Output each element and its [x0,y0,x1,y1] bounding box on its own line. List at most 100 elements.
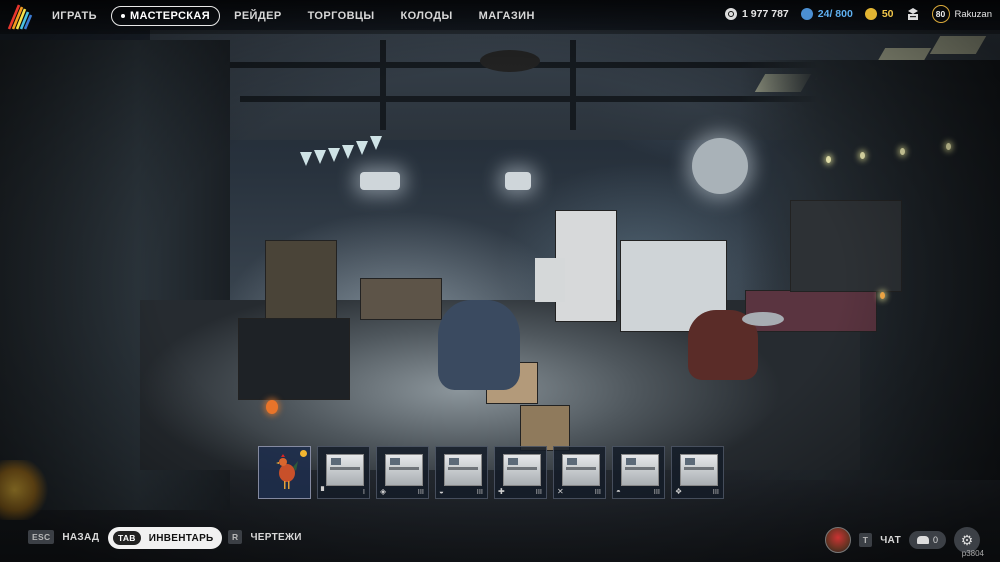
station-level: III [653,487,660,496]
station-type-icon: ◓ [616,487,621,496]
stool [742,312,784,326]
station-level: III [712,487,719,496]
active-dot-icon [120,14,125,19]
station-type-icon: ❖ [675,487,683,496]
hotbar-slot-8[interactable]: ❖ III [671,446,724,499]
back-desk [360,278,442,320]
build-id: p3804 [961,549,984,558]
inbox-button[interactable] [906,7,920,21]
inbox-icon [907,8,918,20]
cabinet [535,258,565,302]
main-nav: ИГРАТЬ МАСТЕРСКАЯ РЕЙДЕР ТОРГОВЦЫ КОЛОДЫ… [40,6,549,26]
station-level: III [476,487,483,496]
desk-lamp-glow [880,292,885,299]
nav-workshop-label: МАСТЕРСКАЯ [129,10,211,22]
new-badge-icon [300,450,307,457]
coins-icon [725,8,738,20]
station-type-icon: ✕ [557,487,564,496]
gold-value: 50 [881,8,894,20]
armchair [438,300,520,390]
hotbar-slot-rooster[interactable] [258,446,311,499]
nav-play[interactable]: ИГРАТЬ [40,6,109,26]
station-level: I [362,487,365,496]
string-light [860,152,865,159]
game-logo-icon[interactable] [6,3,34,31]
stage-light [505,172,531,190]
workbench-thumbnail [503,454,541,486]
hotbar-slot-5[interactable]: ✚ III [494,446,547,499]
friends-icon [916,536,929,544]
hotbar-slot-7[interactable]: ◓ III [612,446,665,499]
chat-button[interactable]: T ЧАТ [858,533,901,547]
profile-button[interactable]: 80 Rakuzan [931,5,993,23]
workbench-thumbnail [385,454,423,486]
pennant [356,141,368,155]
friends-button[interactable]: 0 [908,531,946,549]
gear-icon: ⚙ [960,531,974,548]
rooster-figure [266,400,278,414]
inventory-button[interactable]: TAB ИНВЕНТАРЬ [108,527,222,549]
coins-stat[interactable]: 1 977 787 [725,8,789,20]
gold-icon [864,8,877,20]
blueprints-label: ЧЕРТЕЖИ [250,531,302,543]
currency-stats: 1 977 787 24/ 800 50 80 Rakuzan [725,5,992,23]
nav-workshop[interactable]: МАСТЕРСКАЯ [110,6,221,26]
social-tools: T ЧАТ 0 ⚙ [824,527,980,553]
player-avatar[interactable] [824,527,851,553]
back-label: НАЗАД [62,531,100,543]
coins-value: 1 977 787 [742,8,789,20]
ceiling-fan [480,50,540,72]
trophy-object [0,460,48,520]
workstation-hotbar: ▘ I ◈ III ◒ III ✚ III ✕ III ◓ III ❖ III [258,446,724,499]
bottom-bar: ESC НАЗАД TAB ИНВЕНТАРЬ R ЧЕРТЕЖИ T ЧАТ … [0,524,1000,562]
nav-loadouts[interactable]: КОЛОДЫ [389,6,465,26]
string-light [946,143,951,150]
station-type-icon: ◈ [380,487,387,496]
storage-icon [800,8,813,20]
storage-value: 24/ 800 [817,8,853,20]
string-light [826,156,831,163]
hotbar-slot-6[interactable]: ✕ III [553,446,606,499]
stage-light [360,172,400,190]
pennant [342,145,354,159]
station-type-icon: ✚ [498,487,505,496]
station-type-icon: ▘ [321,487,328,496]
pennant [328,148,340,162]
hotbar-slot-4[interactable]: ◒ III [435,446,488,499]
chat-label: ЧАТ [880,534,901,546]
nav-shop[interactable]: МАГАЗИН [467,6,547,26]
ceiling-beam [380,40,386,130]
pennant [370,136,382,150]
workbench-thumbnail [621,454,659,486]
t-key: T [858,533,873,547]
username: Rakuzan [954,8,993,20]
station-level: III [594,487,601,496]
nav-traders[interactable]: ТОРГОВЦЫ [296,6,387,26]
friends-count: 0 [932,535,938,545]
pennant [300,152,312,166]
workbench-thumbnail [444,454,482,486]
workbench-thumbnail [562,454,600,486]
workbench-thumbnail [326,454,364,486]
r-key: R [228,530,243,544]
level-badge: 80 [931,5,950,23]
front-table [238,318,350,400]
station-level: III [535,487,542,496]
esc-key: ESC [28,530,55,544]
string-light [900,148,905,155]
shelving [790,200,902,292]
surgical-lamp [692,138,748,194]
station-level: III [417,487,424,496]
nav-raider[interactable]: РЕЙДЕР [222,6,294,26]
hotbar-slot-3[interactable]: ◈ III [376,446,429,499]
station-type-icon: ◒ [439,487,444,496]
gold-stat[interactable]: 50 [864,8,894,20]
blueprints-button[interactable]: R ЧЕРТЕЖИ [228,530,302,544]
storage-stat[interactable]: 24/ 800 [800,8,853,20]
back-button[interactable]: ESC НАЗАД [28,530,99,544]
hotbar-slot-2[interactable]: ▘ I [317,446,370,499]
crate [520,405,570,451]
top-bar: ИГРАТЬ МАСТЕРСКАЯ РЕЙДЕР ТОРГОВЦЫ КОЛОДЫ… [0,0,1000,34]
ceiling-beam [570,40,576,130]
rooster-icon [276,454,298,489]
